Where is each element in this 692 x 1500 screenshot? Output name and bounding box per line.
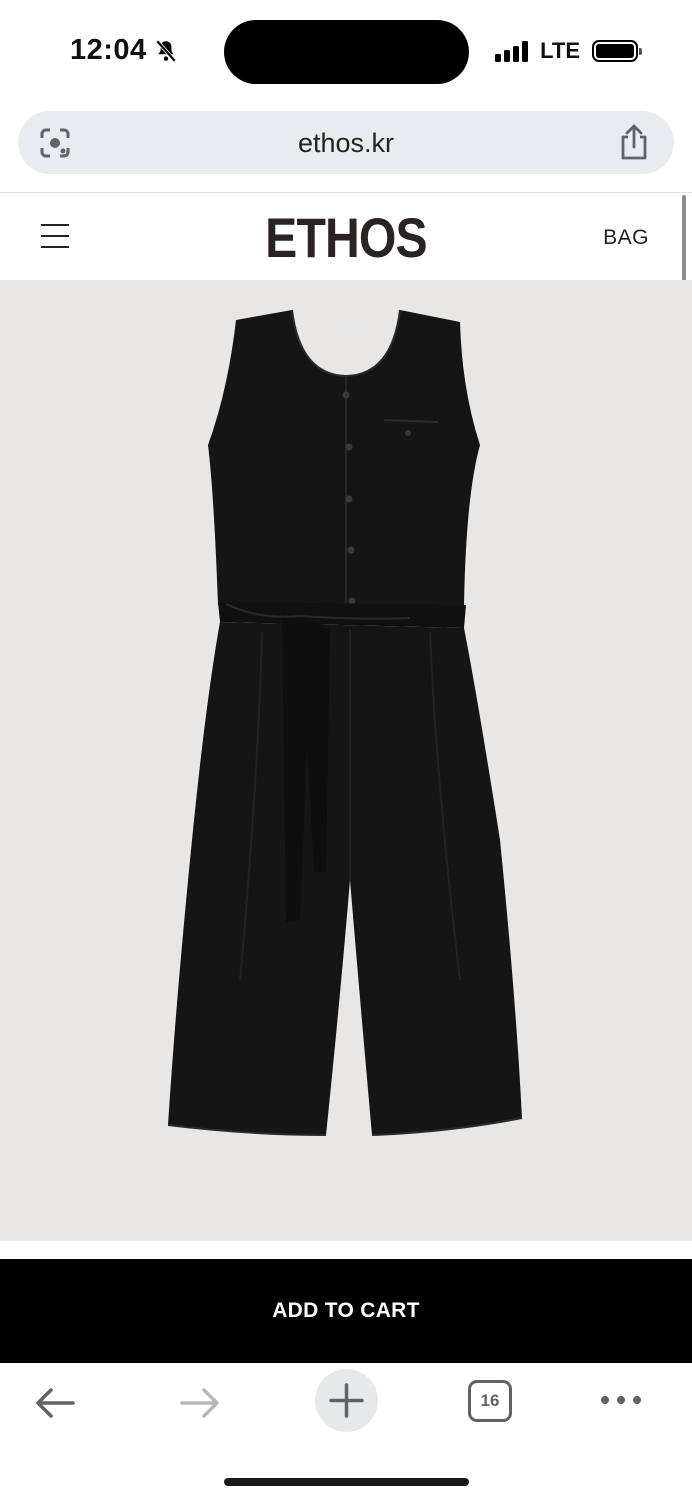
add-to-cart-button[interactable]: ADD TO CART	[0, 1259, 692, 1363]
network-type: LTE	[540, 38, 580, 63]
signal-bars-icon	[495, 40, 529, 62]
plus-icon	[329, 1383, 364, 1418]
back-arrow-icon[interactable]	[33, 1383, 77, 1423]
tab-switcher-button[interactable]: 16	[468, 1380, 512, 1422]
address-bar[interactable]: ethos.kr	[18, 111, 674, 174]
share-icon[interactable]	[618, 123, 650, 161]
bag-link[interactable]: BAG	[603, 226, 649, 250]
status-time: 12:04	[70, 34, 179, 67]
status-indicators: LTE	[495, 38, 642, 64]
status-bar: 12:04 LTE	[0, 0, 692, 100]
product-image[interactable]	[0, 280, 692, 1241]
new-tab-button[interactable]	[315, 1369, 378, 1432]
battery-icon	[592, 40, 642, 62]
more-dots-icon[interactable]	[601, 1396, 641, 1404]
site-header: ETHOS BAG	[0, 193, 692, 280]
clock-text: 12:04	[70, 34, 147, 66]
tab-count: 16	[480, 1391, 500, 1410]
dynamic-island	[224, 20, 469, 84]
site-logo[interactable]: ETHOS	[48, 205, 643, 270]
forward-arrow-icon[interactable]	[178, 1383, 222, 1423]
home-indicator[interactable]	[224, 1478, 469, 1486]
jumpsuit-illustration	[167, 309, 523, 1136]
bell-slash-icon	[155, 39, 176, 62]
url-text[interactable]: ethos.kr	[18, 128, 674, 159]
